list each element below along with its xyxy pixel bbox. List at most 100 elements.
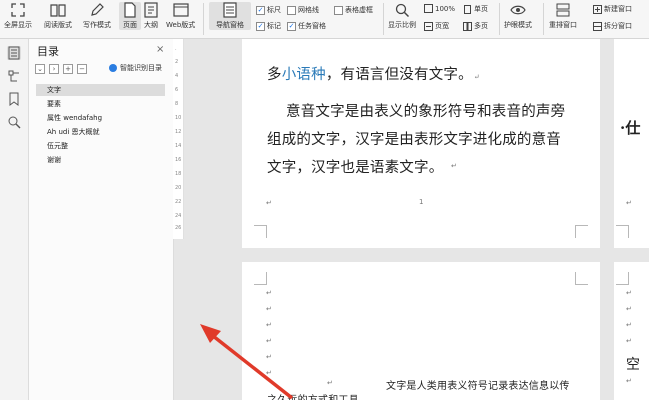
paragraph-mark: ↵ bbox=[266, 321, 272, 329]
rearrange-icon bbox=[556, 3, 570, 17]
link-text[interactable]: 小语种 bbox=[282, 67, 326, 83]
web-layout-button[interactable]: Web版式 bbox=[166, 2, 195, 30]
add-heading-icon[interactable]: + bbox=[63, 64, 73, 74]
paragraph-mark: ↵ bbox=[626, 199, 632, 207]
text-fragment: ，有语言但没有文字。 bbox=[325, 67, 473, 83]
writing-mode-label: 写作模式 bbox=[83, 21, 111, 29]
single-page-label: 单页 bbox=[474, 5, 488, 13]
split-window-label: 拆分窗口 bbox=[604, 22, 632, 30]
checkbox-icon bbox=[287, 5, 296, 15]
chapter-nav-icon[interactable] bbox=[7, 69, 21, 83]
search-icon[interactable] bbox=[7, 115, 21, 129]
smart-toc-label: 智能识别目录 bbox=[120, 64, 162, 72]
checkbox-checked-icon: ✓ bbox=[256, 5, 265, 15]
paragraph-mark: ↵ bbox=[451, 162, 457, 170]
bookmark-icon[interactable] bbox=[7, 92, 21, 106]
checkbox-icon bbox=[334, 5, 343, 15]
paragraph-mark: ↵ bbox=[626, 305, 632, 313]
web-layout-icon bbox=[173, 3, 189, 17]
close-icon[interactable]: × bbox=[156, 44, 164, 55]
adjacent-page[interactable]: ·仕 ↵ bbox=[614, 39, 649, 248]
new-window-button[interactable]: 新建窗口 bbox=[593, 4, 632, 14]
document-page[interactable]: ↵ ↵ ↵ ↵ ↵ ↵ ↵ 文字是人类用表义符号记录表达信息以传 之久远的方式和… bbox=[242, 262, 600, 400]
eye-mode-button[interactable]: 护眼模式 bbox=[504, 2, 532, 30]
document-page[interactable]: 多小语种，有语言但没有文字。 ↵ 意音文字是由表义的象形符号和表音的声旁 组成的文… bbox=[242, 39, 600, 248]
paragraph-mark: ↵ bbox=[626, 337, 632, 345]
nav-pane-button[interactable]: 导航窗格 bbox=[209, 2, 251, 30]
magnifier-icon bbox=[395, 3, 410, 18]
marks-checkbox[interactable]: ✓ 标记 bbox=[256, 21, 281, 31]
toc-item[interactable]: 属性 wendafahg bbox=[36, 112, 165, 124]
page-number: 1 bbox=[419, 198, 424, 206]
table-gridlines-label: 表格虚框 bbox=[345, 6, 373, 14]
rearrange-window-button[interactable]: 重排窗口 bbox=[549, 2, 577, 30]
eye-icon bbox=[510, 5, 526, 15]
task-pane-label: 任务窗格 bbox=[298, 22, 326, 30]
zoom-100-icon bbox=[424, 4, 433, 13]
ribbon-toolbar: 全屏显示 阅读版式 写作模式 页面 大纲 Web版式 导航窗格 ✓ 标尺 网格线… bbox=[0, 0, 649, 39]
toc-item[interactable]: 文字 bbox=[36, 84, 165, 96]
zoom-100-label: 100% bbox=[435, 4, 456, 13]
multi-page-label: 多页 bbox=[474, 22, 488, 30]
page-view-button[interactable]: 页面 bbox=[119, 2, 141, 30]
zoom-100-button[interactable]: 100% bbox=[424, 4, 455, 13]
text-fragment: 多 bbox=[267, 67, 282, 83]
new-window-icon bbox=[593, 4, 602, 14]
multi-page-button[interactable]: 多页 bbox=[463, 21, 488, 31]
web-layout-label: Web版式 bbox=[166, 21, 196, 29]
adjacent-page-text: ·仕 bbox=[620, 119, 641, 137]
toc-item[interactable]: Ah udi 恩大概就 bbox=[36, 126, 165, 138]
eye-mode-label: 护眼模式 bbox=[504, 21, 532, 29]
page-width-button[interactable]: 页宽 bbox=[424, 21, 449, 31]
rearrange-window-label: 重排窗口 bbox=[549, 21, 577, 29]
margin-corner bbox=[575, 272, 588, 285]
smart-toc-icon bbox=[109, 64, 117, 72]
gridlines-label: 网格线 bbox=[298, 6, 319, 14]
adjacent-page[interactable]: ↵ ↵ ↵ ↵ 空 ↵ bbox=[614, 262, 649, 400]
new-window-label: 新建窗口 bbox=[604, 5, 632, 13]
single-page-button[interactable]: 单页 bbox=[463, 4, 488, 14]
paragraph-mark: ↵ bbox=[626, 321, 632, 329]
outline-view-label: 大纲 bbox=[144, 21, 158, 29]
toc-item[interactable]: 谢谢 bbox=[36, 154, 165, 166]
split-window-button[interactable]: 拆分窗口 bbox=[593, 21, 632, 31]
page-width-icon bbox=[424, 21, 433, 31]
toc-item[interactable]: 伍元整 bbox=[36, 140, 165, 152]
writing-mode-button[interactable]: 写作模式 bbox=[83, 2, 111, 30]
margin-corner bbox=[616, 272, 629, 285]
toolbar-divider bbox=[543, 3, 544, 35]
document-canvas[interactable]: 多小语种，有语言但没有文字。 ↵ 意音文字是由表义的象形符号和表音的声旁 组成的文… bbox=[184, 39, 649, 400]
margin-corner bbox=[254, 225, 267, 238]
paragraph-mark: ↵ bbox=[327, 379, 333, 387]
reading-layout-button[interactable]: 阅读版式 bbox=[44, 2, 72, 30]
paragraph-line: 之久远的方式和工具。 bbox=[267, 391, 369, 400]
fullscreen-button[interactable]: 全屏显示 bbox=[4, 2, 32, 30]
toolbar-divider bbox=[499, 3, 500, 35]
multi-page-icon bbox=[463, 21, 472, 31]
paragraph-line: 意音文字是由表义的象形符号和表音的声旁 bbox=[286, 104, 566, 120]
book-icon bbox=[50, 4, 66, 17]
toc-icon[interactable] bbox=[7, 46, 21, 60]
nav-pane-icon bbox=[223, 2, 237, 18]
zoom-ratio-button[interactable]: 显示比例 bbox=[388, 2, 416, 30]
paragraph-line: 组成的文字，汉字是由表形文字进化成的意音 bbox=[267, 132, 561, 148]
page-width-label: 页宽 bbox=[435, 22, 449, 30]
smart-toc-button[interactable]: 智能识别目录 bbox=[109, 63, 162, 73]
gridlines-checkbox[interactable]: 网格线 bbox=[287, 5, 319, 15]
task-pane-checkbox[interactable]: ✓ 任务窗格 bbox=[287, 21, 326, 31]
toc-item[interactable]: 要素 bbox=[36, 98, 165, 110]
outline-view-button[interactable]: 大纲 bbox=[143, 2, 159, 30]
single-page-icon bbox=[464, 4, 471, 14]
collapse-all-icon[interactable]: ⌄ bbox=[35, 64, 45, 74]
toolbar-divider bbox=[203, 3, 204, 35]
paragraph-mark: ↵ bbox=[266, 199, 272, 207]
paragraph-line: 文字是人类用表义符号记录表达信息以传 bbox=[386, 381, 570, 392]
table-gridlines-checkbox[interactable]: 表格虚框 bbox=[334, 5, 373, 15]
remove-heading-icon[interactable]: − bbox=[77, 64, 87, 74]
paragraph-mark: ↵ bbox=[266, 369, 272, 377]
vertical-ruler[interactable]: · 2 4 6 8 10 12 14 16 18 20 22 24 26 bbox=[173, 39, 184, 239]
expand-level-icon[interactable]: › bbox=[49, 64, 59, 74]
ruler-checkbox[interactable]: ✓ 标尺 bbox=[256, 5, 281, 15]
toolbar-divider bbox=[383, 3, 384, 35]
fullscreen-label: 全屏显示 bbox=[4, 21, 32, 29]
